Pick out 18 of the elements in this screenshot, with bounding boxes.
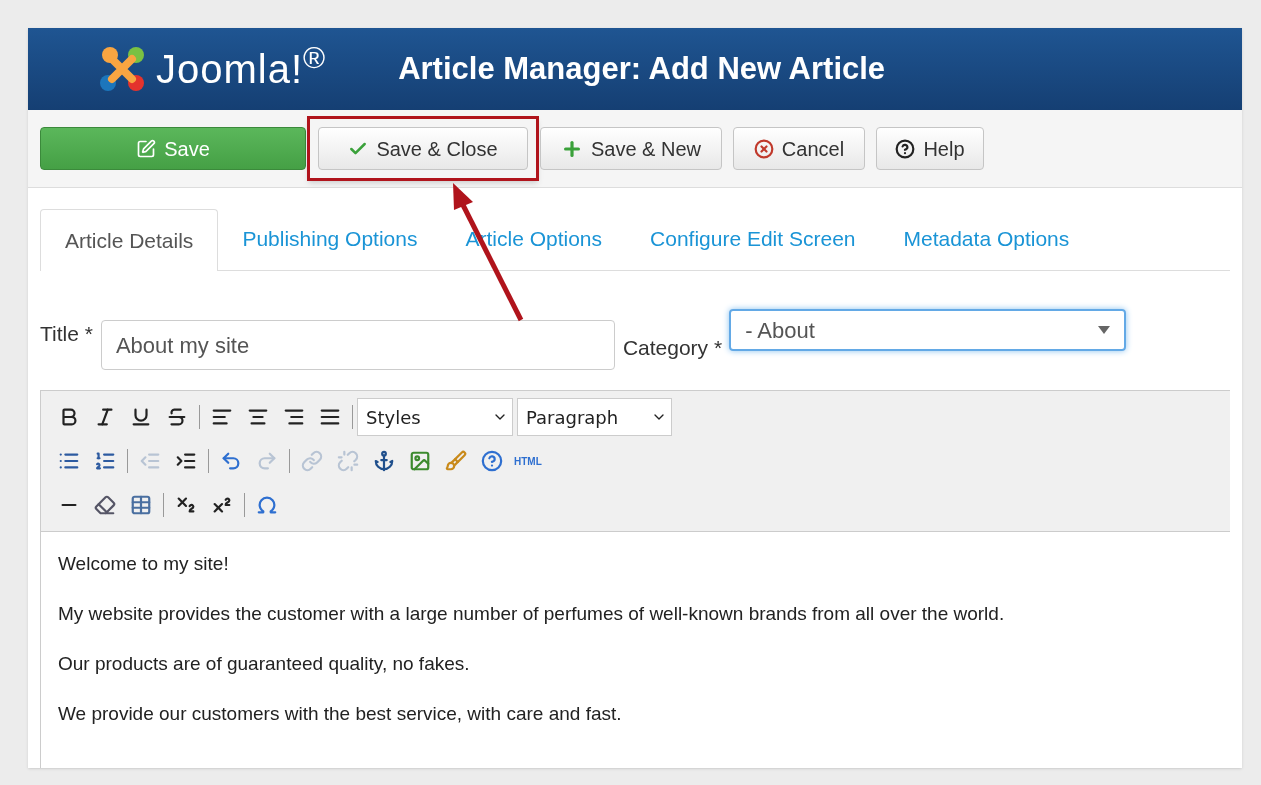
- toolbar-button[interactable]: Help: [876, 127, 984, 170]
- page-title: Article Manager: Add New Article: [398, 49, 886, 88]
- toolbar-button[interactable]: Save & New: [540, 127, 722, 170]
- toolbar-button[interactable]: Save & Close: [318, 127, 528, 170]
- field-label: Category *: [622, 335, 723, 361]
- tab[interactable]: Article Details: [40, 209, 219, 271]
- editor-paragraph: Our products are of guaranteed quality, no fakes.: [58, 652, 471, 676]
- format-select[interactable]: Paragraph: [517, 398, 672, 436]
- editor-paragraph: We provide our customers with the best service, with care and fast.: [58, 702, 623, 726]
- styles-select[interactable]: Styles: [357, 398, 513, 436]
- editor-paragraph: My website provides the customer with a large number of perfumes of well-known brands from all over the world.: [58, 602, 1006, 626]
- toolbar-button[interactable]: Cancel: [733, 127, 865, 170]
- editor-paragraph: Welcome to my site!: [58, 552, 230, 576]
- field-label: Title *: [40, 321, 93, 347]
- logo-text: Joomla!$^{®}$: [156, 40, 327, 93]
- category-select[interactable]: - About: [729, 309, 1127, 351]
- html-button[interactable]: HTML: [514, 453, 542, 469]
- title-field[interactable]: About my site: [100, 320, 615, 370]
